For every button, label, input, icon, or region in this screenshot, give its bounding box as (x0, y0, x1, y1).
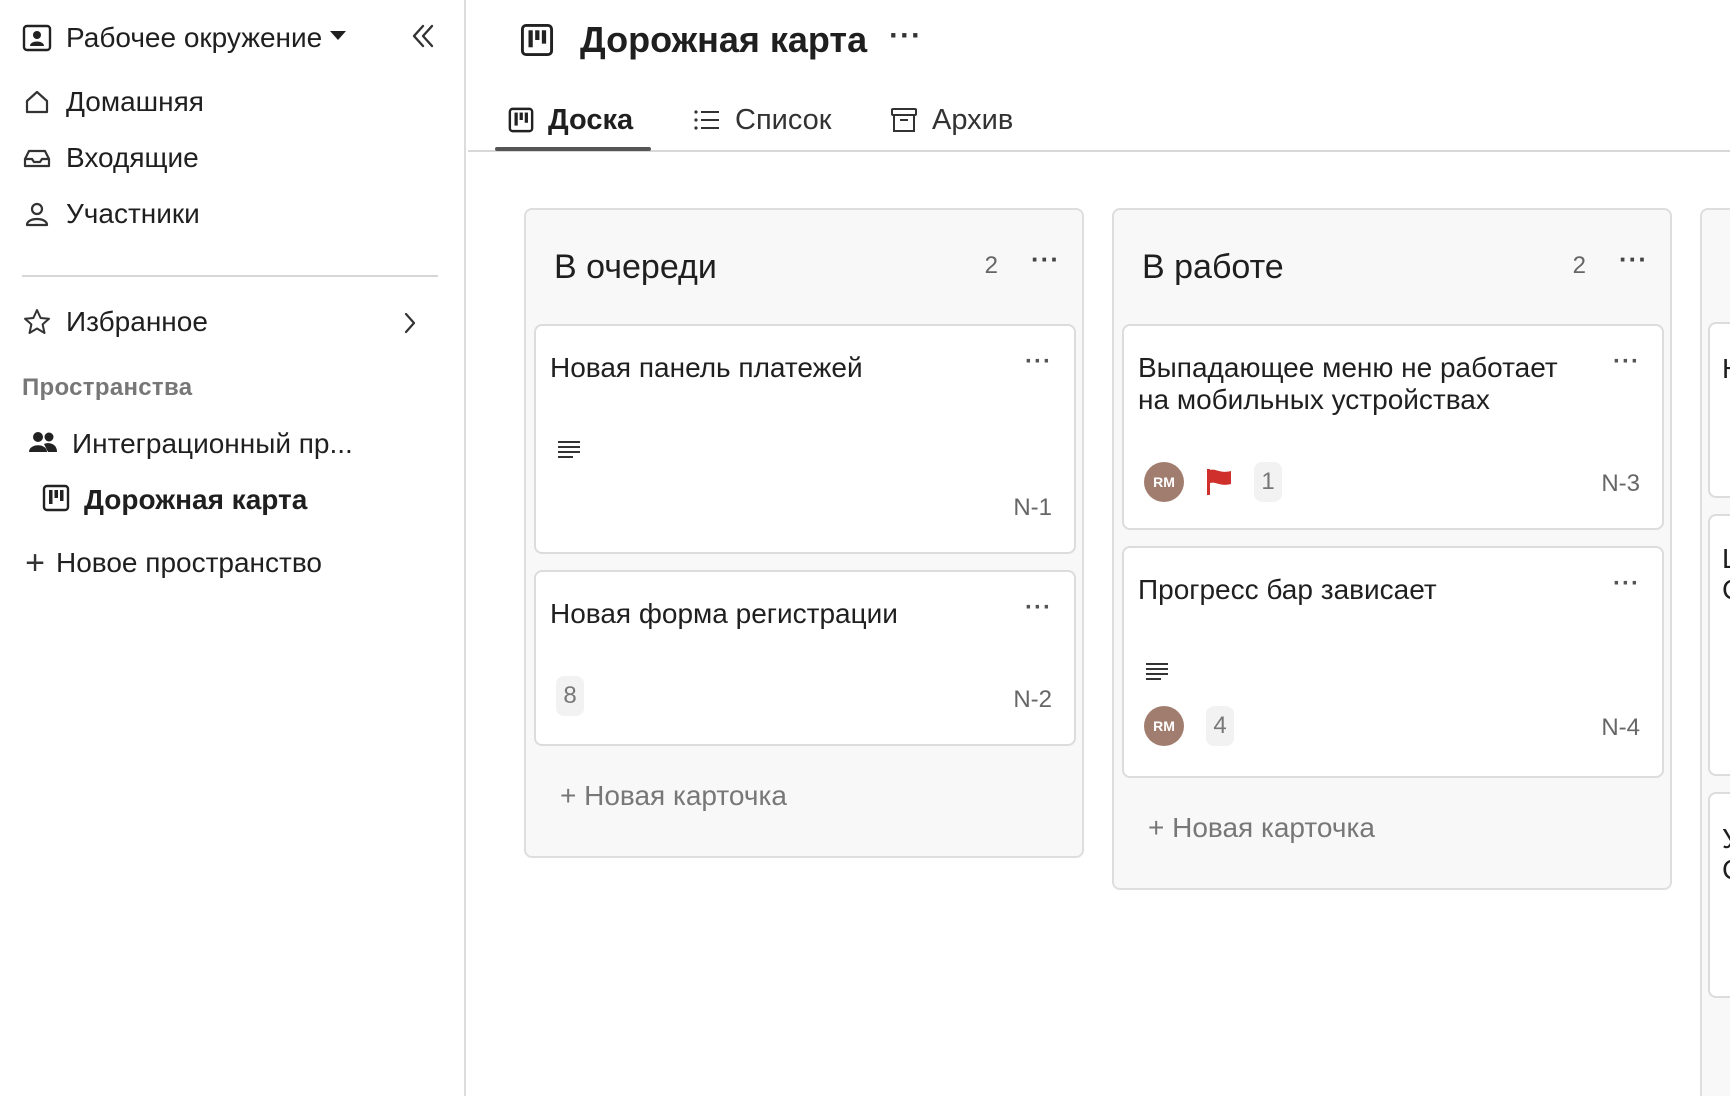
caret-down-icon (330, 30, 347, 40)
tab-list[interactable]: Список (693, 96, 832, 144)
description-icon (1146, 663, 1168, 680)
new-card-button[interactable]: + Новая карточка (560, 780, 787, 812)
sidebar-item-board[interactable]: Дорожная карта (42, 480, 307, 520)
column-title: В очереди (554, 248, 717, 286)
board-column: В работе 2 ··· Выпадающее меню не работа… (1112, 208, 1672, 890)
avatar[interactable]: RM (1144, 706, 1184, 746)
card-id: N-2 (1013, 686, 1052, 713)
sidebar-item-members[interactable]: Участники (22, 194, 200, 234)
card-more-button[interactable]: ··· (1613, 348, 1640, 376)
view-tabs: Доска Список Архив (468, 88, 1730, 152)
column-count: 2 (1572, 252, 1586, 279)
board-icon (42, 484, 70, 517)
new-space-label: Новое пространство (56, 547, 322, 578)
partial-card-text: С (1722, 854, 1730, 886)
board-column: В очереди 2 ··· Новая панель платежей ··… (524, 208, 1084, 858)
partial-card-text: Н (1722, 353, 1730, 385)
card-more-button[interactable]: ··· (1025, 594, 1052, 622)
sidebar-item-label: Входящие (66, 142, 199, 173)
new-space-button[interactable]: + Новое пространство (22, 543, 322, 583)
board-name: Дорожная карта (84, 484, 308, 515)
sidebar-item-home[interactable]: Домашняя (22, 82, 204, 122)
workspace-icon (22, 24, 52, 52)
sidebar-item-label: Домашняя (66, 86, 204, 117)
tab-label: Доска (548, 103, 634, 136)
page-more-button[interactable]: ··· (889, 21, 922, 51)
subtask-count-badge: 4 (1206, 706, 1234, 746)
spaces-heading: Пространства (22, 374, 193, 401)
column-count: 2 (984, 252, 998, 279)
card[interactable]: Новая форма регистрации ··· 8 N-2 (534, 570, 1076, 746)
chevron-right-icon (404, 312, 416, 334)
list-icon (694, 110, 719, 130)
sidebar-item-label: Участники (66, 198, 200, 229)
sidebar-item-inbox[interactable]: Входящие (22, 138, 199, 178)
card-more-button[interactable]: ··· (1613, 570, 1640, 598)
sidebar-item-space[interactable]: Интеграционный пр... (28, 424, 353, 464)
subtask-count-badge: 8 (556, 676, 584, 716)
card[interactable]: Прогресс бар зависает ··· RM 4 N-4 (1122, 546, 1664, 778)
card-id: N-3 (1601, 470, 1640, 497)
archive-icon (891, 108, 917, 132)
card-id: N-4 (1601, 714, 1640, 741)
tab-label: Архив (932, 103, 1014, 136)
column-more-button[interactable]: ··· (1619, 244, 1648, 275)
workspace-label: Рабочее окружение (66, 22, 323, 53)
column-more-button[interactable]: ··· (1031, 244, 1060, 275)
favorites-label: Избранное (66, 306, 208, 337)
partial-card-text: Ш (1722, 543, 1730, 575)
plus-icon: + (25, 544, 45, 582)
board-icon (520, 23, 554, 57)
active-tab-indicator (495, 147, 651, 151)
sidebar-item-favorites[interactable]: Избранное (22, 302, 208, 342)
card[interactable]: Выпадающее меню не работает на мобильных… (1122, 324, 1664, 530)
partial-card-text: С (1722, 574, 1730, 606)
page-title: Дорожная карта (580, 19, 868, 60)
space-name: Интеграционный пр... (72, 428, 353, 459)
card-title: Выпадающее меню не работает на мобильных… (1138, 352, 1558, 415)
card-title: Новая форма регистрации (550, 598, 898, 629)
star-icon (22, 307, 52, 337)
tab-archive[interactable]: Архив (890, 96, 1013, 144)
card-title: Новая панель платежей (550, 352, 863, 383)
avatar[interactable]: RM (1144, 462, 1184, 502)
card-partial[interactable] (1708, 322, 1730, 498)
sidebar: Рабочее окружение Домашняя Входящие Учас… (0, 0, 466, 1096)
card-more-button[interactable]: ··· (1025, 348, 1052, 376)
subtask-count-badge: 1 (1254, 462, 1282, 502)
app: Рабочее окружение Домашняя Входящие Учас… (0, 0, 1730, 1096)
description-icon (558, 441, 580, 458)
home-icon (22, 87, 52, 117)
new-card-button[interactable]: + Новая карточка (1148, 812, 1375, 844)
card-title: Прогресс бар зависает (1138, 574, 1437, 605)
favorites-expand-button[interactable] (400, 308, 420, 338)
collapse-sidebar-button[interactable] (408, 20, 438, 52)
team-icon (28, 430, 58, 459)
card-id: N-1 (1013, 494, 1052, 521)
sidebar-divider (22, 275, 438, 277)
user-icon (22, 199, 52, 229)
double-chevron-left-icon (412, 24, 434, 48)
tab-board[interactable]: Доска (508, 96, 633, 144)
board-icon (508, 107, 534, 133)
priority-flag-icon (1207, 469, 1231, 495)
workspace-switcher[interactable]: Рабочее окружение (22, 18, 347, 58)
column-title: В работе (1142, 248, 1284, 286)
tab-label: Список (735, 103, 832, 136)
page-header: Дорожная карта ··· (520, 16, 922, 64)
inbox-icon (22, 143, 52, 173)
partial-card-text: У (1722, 823, 1730, 855)
card[interactable]: Новая панель платежей ··· N-1 (534, 324, 1076, 554)
